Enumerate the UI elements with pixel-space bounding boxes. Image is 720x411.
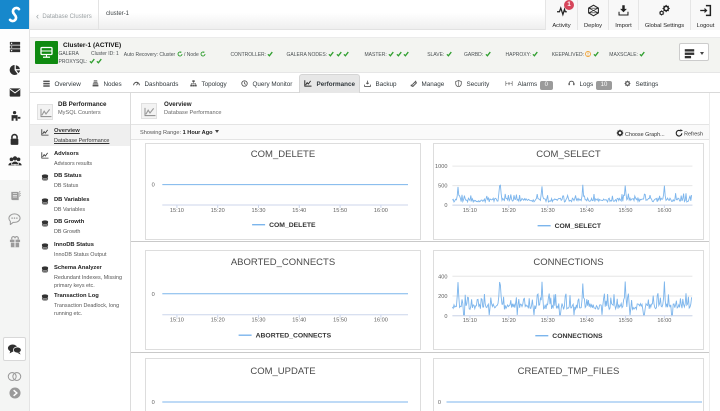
svg-text:15:20: 15:20 bbox=[501, 208, 515, 214]
svg-text:15:30: 15:30 bbox=[251, 317, 265, 323]
svg-text:15:50: 15:50 bbox=[618, 208, 632, 214]
svg-text:CONNECTIONS: CONNECTIONS bbox=[533, 257, 603, 268]
svg-text:15:30: 15:30 bbox=[251, 208, 265, 214]
svg-text:15:50: 15:50 bbox=[333, 317, 347, 323]
svg-text:0: 0 bbox=[437, 400, 440, 406]
svg-text:15:30: 15:30 bbox=[540, 318, 554, 324]
svg-text:15:20: 15:20 bbox=[501, 318, 515, 324]
svg-text:15:50: 15:50 bbox=[333, 208, 347, 214]
svg-text:COM_SELECT: COM_SELECT bbox=[536, 149, 601, 160]
svg-text:15:40: 15:40 bbox=[579, 318, 593, 324]
svg-text:15:10: 15:10 bbox=[169, 208, 183, 214]
svg-text:15:40: 15:40 bbox=[292, 317, 306, 323]
svg-text:16:00: 16:00 bbox=[657, 318, 671, 324]
svg-text:0: 0 bbox=[444, 203, 447, 209]
svg-text:0: 0 bbox=[151, 400, 154, 406]
svg-text:15:10: 15:10 bbox=[462, 208, 476, 214]
svg-text:15:20: 15:20 bbox=[210, 317, 224, 323]
svg-text:CREATED_TMP_FILES: CREATED_TMP_FILES bbox=[517, 366, 619, 377]
svg-text:15:20: 15:20 bbox=[210, 208, 224, 214]
svg-text:15:50: 15:50 bbox=[618, 318, 632, 324]
svg-text:ABORTED_CONNECTS: ABORTED_CONNECTS bbox=[255, 332, 331, 339]
svg-text:0: 0 bbox=[444, 313, 447, 319]
svg-text:15:40: 15:40 bbox=[292, 208, 306, 214]
svg-text:16:00: 16:00 bbox=[373, 208, 387, 214]
svg-text:15:10: 15:10 bbox=[462, 318, 476, 324]
svg-text:15:40: 15:40 bbox=[579, 208, 593, 214]
svg-text:200: 200 bbox=[438, 294, 447, 300]
svg-text:1000: 1000 bbox=[435, 164, 447, 170]
svg-text:COM_UPDATE: COM_UPDATE bbox=[250, 366, 315, 377]
svg-text:ABORTED_CONNECTS: ABORTED_CONNECTS bbox=[230, 257, 334, 268]
svg-text:COM_DELETE: COM_DELETE bbox=[250, 149, 314, 160]
svg-text:COM_DELETE: COM_DELETE bbox=[269, 222, 316, 229]
svg-text:400: 400 bbox=[438, 274, 447, 280]
svg-text:COM_SELECT: COM_SELECT bbox=[554, 223, 601, 230]
svg-text:16:00: 16:00 bbox=[657, 208, 671, 214]
svg-text:0: 0 bbox=[151, 291, 154, 297]
svg-text:16:00: 16:00 bbox=[373, 317, 387, 323]
svg-text:15:30: 15:30 bbox=[540, 208, 554, 214]
svg-text:CONNECTIONS: CONNECTIONS bbox=[552, 333, 603, 340]
svg-text:0: 0 bbox=[151, 182, 154, 188]
svg-text:500: 500 bbox=[438, 183, 447, 189]
svg-text:15:10: 15:10 bbox=[169, 317, 183, 323]
